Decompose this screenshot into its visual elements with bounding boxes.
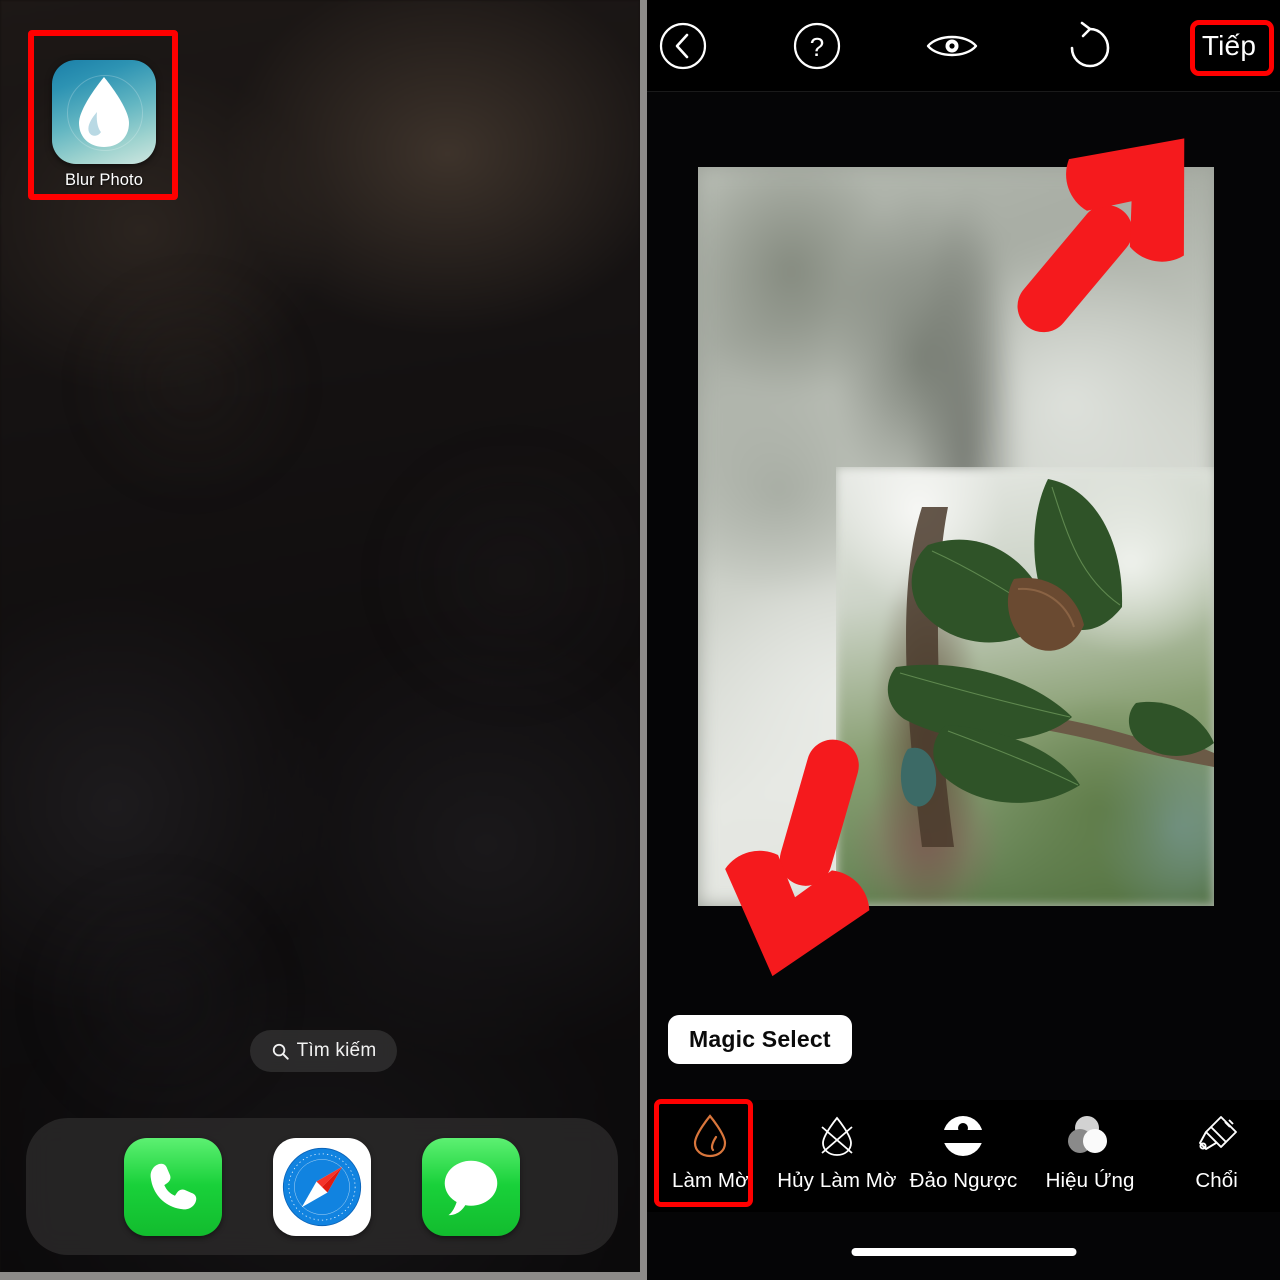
- paintbrush-icon: [1194, 1110, 1240, 1162]
- editor-bottom-toolbar: Làm Mờ Hủy Làm Mờ Đảo Ngược Hiệu Ứng Chổ…: [647, 1100, 1280, 1212]
- phone-icon: [150, 1163, 197, 1209]
- tool-label: Chổi: [1195, 1169, 1238, 1192]
- messages-bubble-icon: [444, 1160, 498, 1215]
- tool-label: Làm Mờ: [671, 1169, 749, 1192]
- preview-button[interactable]: [922, 16, 982, 76]
- screenshot-root: Blur Photo Tìm kiếm ? Tiếp Magic Select …: [0, 0, 1280, 1280]
- photo-sharp-region: [836, 467, 1214, 906]
- plant-leaves-illustration: [887, 479, 1214, 847]
- question-mark-icon: ?: [793, 22, 841, 70]
- editor-topbar: ? Tiếp: [647, 0, 1280, 92]
- back-chevron-icon: [659, 22, 707, 70]
- invert-contrast-circle-icon: [940, 1110, 986, 1162]
- water-droplet-icon: [52, 60, 156, 164]
- app-label: Blur Photo: [64, 171, 144, 189]
- app-icon-blur-photo[interactable]: Blur Photo: [52, 60, 156, 190]
- dock-item-phone[interactable]: [124, 1137, 222, 1236]
- help-button[interactable]: ?: [787, 16, 847, 76]
- overlapping-circles-icon: [1066, 1110, 1114, 1162]
- undo-button[interactable]: [1060, 16, 1120, 76]
- search-icon: [272, 1043, 289, 1060]
- tool-unblur[interactable]: Hủy Làm Mờ: [774, 1100, 901, 1193]
- tool-brush[interactable]: Chổi: [1153, 1100, 1280, 1193]
- eye-icon: [926, 35, 978, 57]
- topbar-divider: [647, 91, 1280, 92]
- dock: [26, 1118, 618, 1255]
- droplet-glyph: [79, 77, 129, 147]
- safari-compass-icon: [282, 1147, 362, 1226]
- search-button[interactable]: Tìm kiếm: [250, 1030, 397, 1072]
- dock-item-safari[interactable]: [273, 1137, 371, 1236]
- dock-item-messages[interactable]: [422, 1137, 520, 1236]
- blur-photo-editor: ? Tiếp Magic Select Làm Mờ Hủy Làm Mờ Đả…: [647, 0, 1280, 1280]
- iphone-home-screen: Blur Photo Tìm kiếm: [0, 0, 640, 1280]
- droplet-crossed-out-icon: [819, 1110, 855, 1162]
- tool-label: Hiệu Ứng: [1045, 1169, 1135, 1192]
- undo-rotate-icon: [1070, 21, 1110, 68]
- tool-effects[interactable]: Hiệu Ứng: [1027, 1100, 1154, 1193]
- magic-select-tooltip[interactable]: Magic Select: [668, 1015, 852, 1064]
- search-label: Tìm kiếm: [296, 1040, 377, 1061]
- tool-label: Đảo Ngược: [909, 1169, 1018, 1192]
- home-indicator: [851, 1248, 1076, 1256]
- panel-divider: [640, 0, 647, 1280]
- next-button[interactable]: Tiếp: [1189, 22, 1269, 70]
- tool-blur[interactable]: Làm Mờ: [647, 1100, 774, 1193]
- wallpaper-blur-overlay: [0, 0, 640, 1280]
- back-button[interactable]: [653, 16, 713, 76]
- tool-label: Hủy Làm Mờ: [777, 1169, 897, 1192]
- tool-invert[interactable]: Đảo Ngược: [900, 1100, 1027, 1193]
- svg-text:?: ?: [810, 32, 824, 62]
- droplet-outline-icon: [692, 1110, 728, 1162]
- photo-canvas[interactable]: [698, 167, 1214, 906]
